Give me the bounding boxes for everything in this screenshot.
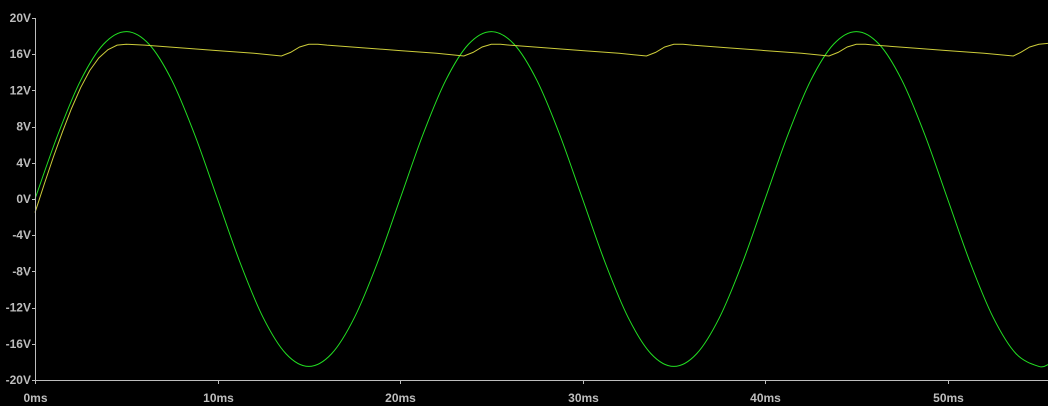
x-tick-label: 40ms — [750, 391, 781, 405]
y-tick-label: 20V — [10, 11, 31, 25]
x-tick-label: 50ms — [933, 391, 964, 405]
y-tick-label: -16V — [6, 337, 31, 351]
series-layer — [34, 31, 1048, 368]
waveform-plot: 20V 16V 12V 8V 4V 0V -4V -8V -12V -16V -20V 0ms 10m… — [6, 11, 1048, 405]
y-tick-label: 4V — [16, 156, 31, 170]
y-tick-label: 0V — [16, 192, 31, 206]
x-tick-label: 20ms — [385, 391, 416, 405]
y-tick-label: -8V — [12, 264, 31, 278]
x-tick-label: 30ms — [568, 391, 599, 405]
series-line-1 — [34, 31, 1048, 368]
axes-layer — [35, 18, 1048, 381]
x-ticks: 0ms 10ms 20ms 30ms 40ms 50ms — [23, 380, 964, 405]
y-tick-label: -20V — [6, 373, 31, 387]
x-tick-label: 0ms — [23, 391, 47, 405]
y-tick-label: -4V — [12, 228, 31, 242]
y-tick-label: -12V — [6, 301, 31, 315]
x-tick-label: 10ms — [203, 391, 234, 405]
y-tick-label: 8V — [16, 120, 31, 134]
y-ticks: 20V 16V 12V 8V 4V 0V -4V -8V -12V -16V -20V — [6, 11, 35, 387]
y-tick-label: 12V — [10, 83, 31, 97]
y-tick-label: 16V — [10, 47, 31, 61]
